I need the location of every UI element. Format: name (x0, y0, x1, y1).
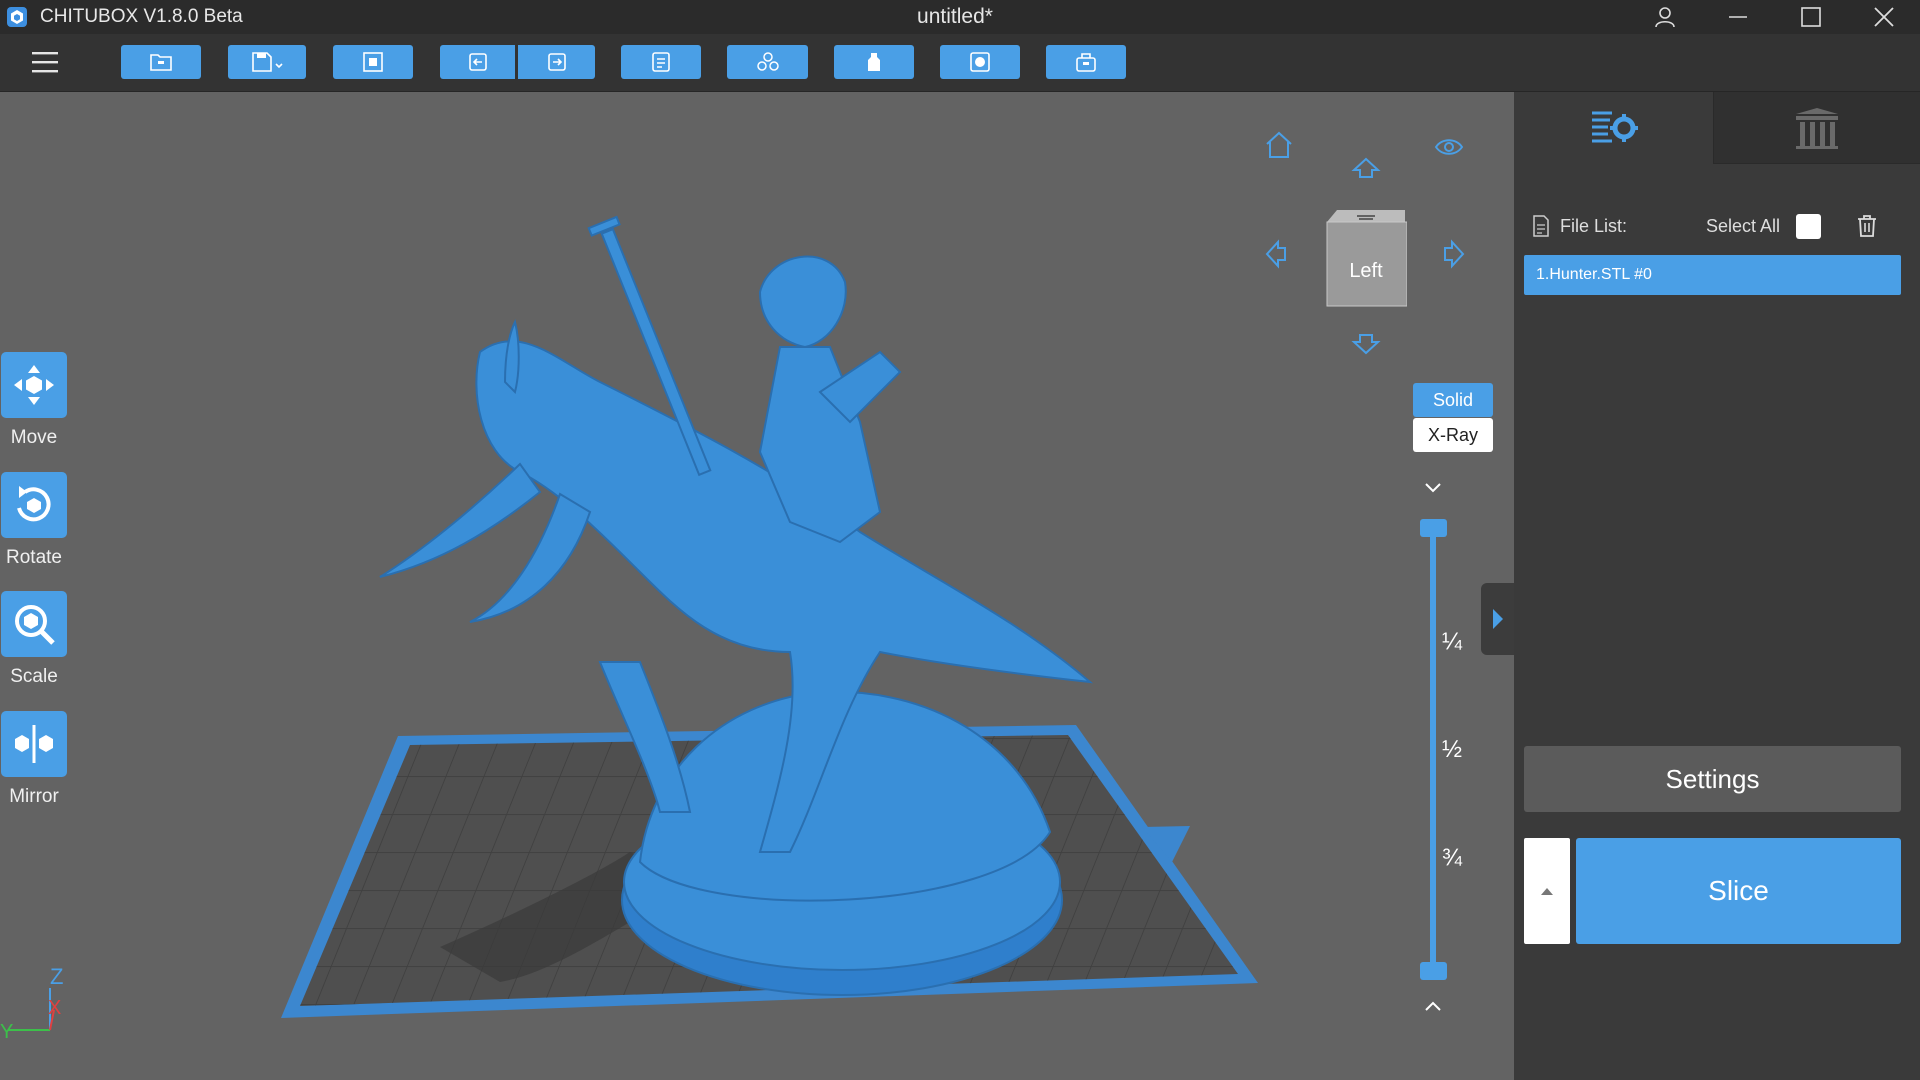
main-toolbar (0, 34, 1920, 92)
view-bottom-arrow-icon[interactable] (1350, 332, 1382, 356)
title-bar: CHITUBOX V1.8.0 Beta untitled* (0, 0, 1920, 34)
view-right-arrow-icon[interactable] (1442, 238, 1466, 270)
dig-hole-button[interactable] (940, 45, 1020, 79)
open-file-button[interactable] (121, 45, 201, 79)
maximize-button[interactable] (1774, 0, 1847, 34)
maximize-icon (1800, 7, 1821, 27)
axis-x-label: X (48, 997, 61, 1019)
user-icon (1654, 7, 1675, 28)
layer-slider-top-handle[interactable] (1420, 519, 1447, 537)
file-list-item[interactable]: 1.Hunter.STL #0 (1524, 255, 1901, 295)
home-view-icon[interactable] (1264, 130, 1294, 160)
right-panel: File List: Select All 1.Hunter.STL #0 Se… (1514, 92, 1920, 1080)
slice-options-button[interactable] (1524, 838, 1570, 944)
file-icon (652, 52, 670, 72)
move-label: Move (10, 427, 58, 448)
file-list-label: File List: (1560, 215, 1628, 236)
scale-tool[interactable]: Scale (1, 591, 67, 688)
settings-list-icon (1591, 111, 1638, 143)
mirror-tool-button[interactable] (1, 711, 67, 777)
axis-y-label: Y (0, 1021, 13, 1040)
auto-layout-button[interactable] (333, 45, 413, 79)
solid-mode-button[interactable]: Solid (1413, 383, 1493, 417)
move-icon (14, 365, 54, 405)
mirror-tool[interactable]: Mirror (1, 711, 67, 808)
trash-icon[interactable] (1856, 214, 1878, 238)
copy-models-button[interactable] (727, 45, 808, 79)
redo-button[interactable] (518, 45, 595, 79)
slider-mark-quarter: ¼ (1442, 628, 1463, 655)
tab-print-settings[interactable] (1514, 92, 1713, 164)
xray-mode-button[interactable]: X-Ray (1413, 418, 1493, 452)
axis-indicator: Z X Y (0, 964, 63, 1040)
axis-z-label: Z (50, 964, 63, 989)
move-tool-button[interactable] (1, 352, 67, 418)
visibility-eye-icon[interactable] (1434, 136, 1464, 158)
user-account-button[interactable] (1628, 0, 1701, 34)
minimize-icon (1728, 16, 1747, 18)
scale-label: Scale (10, 666, 58, 687)
document-title: untitled* (917, 5, 993, 28)
view-top-arrow-icon[interactable] (1350, 156, 1382, 180)
slider-mark-three-quarters: ¾ (1442, 844, 1463, 871)
file-info-button[interactable] (621, 45, 701, 79)
slice-button[interactable]: Slice (1576, 838, 1901, 944)
print-icon (1076, 53, 1096, 72)
rotate-icon (17, 486, 51, 522)
mirror-icon (15, 725, 53, 763)
file-list-header: File List: Select All (1532, 210, 1912, 242)
open-file-icon (150, 54, 172, 71)
app-name: CHITUBOX V1.8.0 Beta (40, 6, 243, 27)
rotate-tool-button[interactable] (1, 472, 67, 538)
copy-models-icon (756, 52, 779, 71)
select-all-checkbox[interactable] (1796, 213, 1821, 239)
undo-icon (468, 53, 487, 71)
view-left-arrow-icon[interactable] (1264, 238, 1288, 270)
minimize-button[interactable] (1701, 0, 1774, 34)
close-button[interactable] (1847, 0, 1920, 34)
chitubox-logo-icon (7, 7, 27, 27)
tab-supports[interactable] (1713, 92, 1920, 164)
supports-pillars-icon (1796, 107, 1838, 149)
close-icon (1873, 7, 1894, 27)
chevron-up-icon[interactable] (1424, 1000, 1442, 1012)
hollow-button[interactable] (834, 45, 914, 79)
view-cube-shape (1326, 210, 1408, 307)
layer-slider-track[interactable] (1430, 528, 1436, 973)
chevron-down-icon[interactable] (1424, 482, 1442, 494)
chevron-right-icon (1492, 609, 1503, 629)
rotate-tool[interactable]: Rotate (1, 472, 67, 569)
mirror-label: Mirror (9, 786, 59, 807)
view-cube[interactable]: Left (1325, 208, 1408, 308)
save-button[interactable] (228, 45, 306, 79)
auto-layout-icon (363, 52, 383, 72)
hollow-icon (868, 53, 880, 71)
hamburger-icon[interactable] (32, 51, 58, 73)
scale-icon (15, 605, 55, 645)
dig-hole-icon (970, 52, 990, 72)
rotate-label: Rotate (6, 547, 62, 568)
scale-tool-button[interactable] (1, 591, 67, 657)
layer-slider-bottom-handle[interactable] (1420, 962, 1447, 980)
caret-up-icon (1541, 888, 1553, 895)
file-list-icon (1533, 215, 1549, 237)
settings-button[interactable]: Settings (1524, 746, 1901, 812)
view-cube-face-label: Left (1349, 260, 1383, 282)
redo-icon (547, 53, 566, 71)
print-button[interactable] (1046, 45, 1126, 79)
3d-viewport[interactable]: Move Rotate Scale Mirror Solid X-Ray ¼ ½… (0, 92, 1514, 1080)
move-tool[interactable]: Move (1, 352, 67, 449)
undo-button[interactable] (440, 45, 515, 79)
panel-collapse-tab[interactable] (1481, 583, 1514, 655)
select-all-label: Select All (1706, 215, 1781, 236)
save-icon (252, 52, 283, 72)
slider-mark-half: ½ (1442, 736, 1463, 763)
